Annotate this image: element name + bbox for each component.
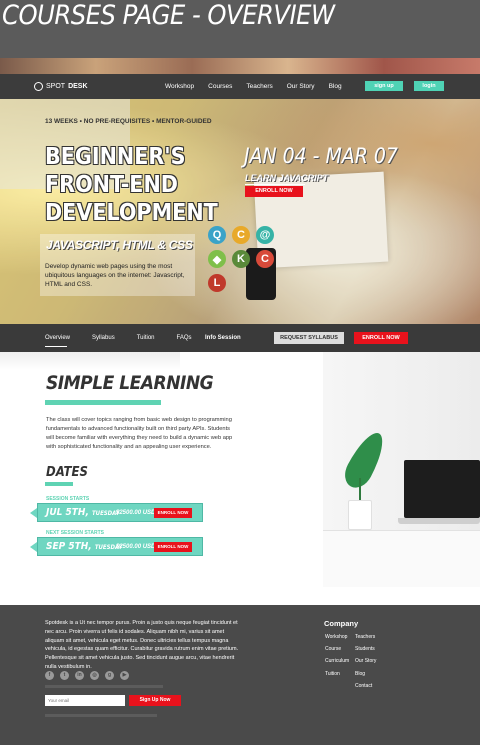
tab-syllabus[interactable]: Syllabus (92, 335, 115, 341)
hero-date-range: JAN 04 - MAR 07 (244, 144, 398, 168)
logo-mark-icon (34, 82, 43, 91)
c-red-logo-icon: C (256, 250, 274, 268)
at-logo-icon: @ (256, 226, 274, 244)
dates-underline (45, 482, 73, 486)
desk-surface (323, 530, 480, 587)
twitter-icon[interactable]: t (60, 671, 69, 680)
session-card: JUL 5TH, TUESDAY $2500.00 USD ENROLL NOW (37, 503, 203, 522)
footer-link-teachers[interactable]: Teachers (355, 634, 376, 646)
instagram-icon[interactable]: ◎ (90, 671, 99, 680)
plant-pot-image (348, 500, 372, 530)
hero-title-line: BEGINNER'S (45, 144, 186, 170)
simple-learning-text: The class will cover topics ranging from… (46, 417, 233, 450)
tab-faqs[interactable]: FAQs (177, 335, 192, 341)
session-enroll-button[interactable]: ENROLL NOW (154, 542, 192, 552)
learn-javascript-link[interactable]: LEARN JAVACRIPT (245, 173, 328, 183)
session-date-text: JUL 5TH, (46, 507, 89, 518)
jk-logo-icon: K (232, 250, 250, 268)
dates-heading: DATES (46, 465, 88, 480)
tab-info-session[interactable]: Info Session (205, 335, 241, 341)
footer-link-students[interactable]: Students (355, 646, 376, 658)
leaf-logo-icon: ◆ (208, 250, 226, 268)
simple-learning-heading: SIMPLE LEARNING (46, 372, 214, 394)
signup-button[interactable]: sign up (365, 81, 403, 91)
hero-title-line: DEVELOPMENT (45, 200, 218, 226)
footer-link-tuition[interactable]: Tuition (325, 671, 349, 683)
login-button[interactable]: login (414, 81, 444, 91)
social-links: f t in ◎ g ▶ (45, 671, 129, 680)
session-date-text: SEP 5TH, (46, 541, 92, 552)
footer-links-col2: Teachers Students Our Story Blog Contact (355, 634, 376, 695)
hero-title: BEGINNER'S FRONT-END DEVELOPMENT (45, 143, 218, 227)
footer-links-col1: Workshop Course Curriculum Tuition (325, 634, 349, 683)
nav-links: Workshop Courses Teachers Our Story Blog (165, 83, 342, 90)
page-title: COURSES PAGE - OVERVIEW (0, 0, 480, 58)
footer-link-blog[interactable]: Blog (355, 671, 376, 683)
hero-tagline: 13 WEEKS • NO PRE-REQUISITES • MENTOR-GU… (45, 118, 212, 125)
nav-our-story[interactable]: Our Story (287, 83, 315, 90)
subnav-enroll-button[interactable]: ENROLL NOW (354, 332, 408, 344)
tab-overview[interactable]: Overview (45, 335, 70, 341)
newsletter-email-input[interactable] (45, 695, 125, 706)
hero-subtitle: JAVASCRIPT, HTML & CSS (46, 238, 193, 252)
newsletter-signup-button[interactable]: Sign Up Now (129, 695, 181, 706)
course-subnav: Overview Syllabus Tuition FAQs Info Sess… (0, 324, 480, 352)
footer-link-workshop[interactable]: Workshop (325, 634, 349, 646)
hero-enroll-button[interactable]: ENROLL NOW (245, 186, 303, 197)
logo[interactable]: SPOT DESK (34, 82, 88, 91)
active-tab-underline (45, 346, 67, 347)
facebook-icon[interactable]: f (45, 671, 54, 680)
heading-underline (45, 400, 161, 405)
nav-teachers[interactable]: Teachers (246, 83, 272, 90)
quark-logo-icon: Q (208, 226, 226, 244)
top-navbar: SPOT DESK Workshop Courses Teachers Our S… (0, 74, 480, 99)
subnav-tabs: Overview Syllabus Tuition FAQs (45, 335, 214, 341)
nav-blog[interactable]: Blog (329, 83, 342, 90)
session-card: SEP 5TH, TUESDAY $2500.00 USD ENROLL NOW (37, 537, 203, 556)
google-plus-icon[interactable]: g (105, 671, 114, 680)
hero-logos: Q C @ ◆ K C L (208, 226, 276, 292)
tab-tuition[interactable]: Tuition (137, 335, 155, 341)
nav-workshop[interactable]: Workshop (165, 83, 194, 90)
session-date: SEP 5TH, TUESDAY (46, 541, 122, 552)
request-syllabus-button[interactable]: REQUEST SYLLABUS (274, 332, 344, 344)
session-price: $2500.00 USD (116, 510, 156, 516)
logo-text-light: SPOT (46, 83, 66, 90)
footer-link-curriculum[interactable]: Curriculum (325, 658, 349, 670)
laptop-image (404, 460, 480, 518)
footer-link-our-story[interactable]: Our Story (355, 658, 376, 670)
plant-stem (359, 478, 361, 502)
youtube-icon[interactable]: ▶ (120, 671, 129, 680)
footer-divider (45, 685, 163, 688)
hero-strip (0, 58, 480, 74)
logo-text-bold: DESK (68, 83, 88, 90)
hero-title-line: FRONT-END (45, 172, 178, 198)
learn-underline (245, 184, 305, 185)
linkedin-icon[interactable]: in (75, 671, 84, 680)
footer-link-contact[interactable]: Contact (355, 683, 376, 695)
laptop-base (398, 518, 480, 524)
footer-divider (45, 714, 157, 717)
footer-link-course[interactable]: Course (325, 646, 349, 658)
session-enroll-button[interactable]: ENROLL NOW (154, 508, 192, 518)
session-price: $2500.00 USD (116, 544, 156, 550)
hero-description: Develop dynamic web pages using the most… (45, 263, 185, 288)
nav-courses[interactable]: Courses (208, 83, 232, 90)
company-heading: Company (324, 619, 359, 628)
session-date: JUL 5TH, TUESDAY (46, 507, 120, 518)
footer-about-text: Spotdesk is a Ut nec tempor purus. Proin… (45, 620, 239, 670)
session-label: NEXT SESSION STARTS (46, 530, 104, 536)
lg-logo-icon: L (208, 274, 226, 292)
session-label: SESSION STARTS (46, 496, 90, 502)
c-logo-icon: C (232, 226, 250, 244)
